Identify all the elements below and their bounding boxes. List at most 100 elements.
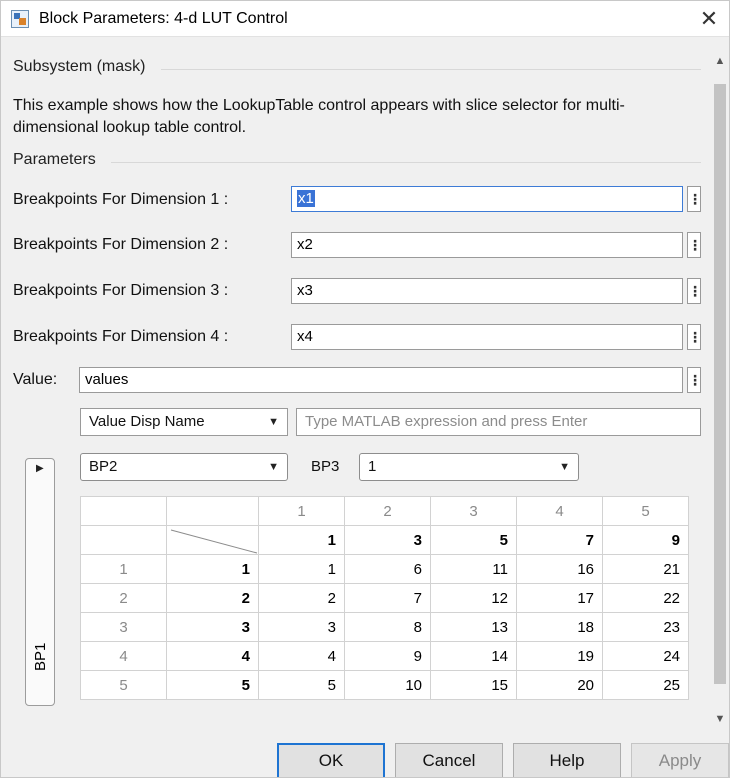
table-cell[interactable]: 5 <box>258 670 345 700</box>
col-index: 1 <box>258 496 345 526</box>
row-index: 1 <box>80 554 167 584</box>
table-cell[interactable]: 17 <box>516 583 603 613</box>
table-row: 1 3 5 7 9 <box>80 525 689 555</box>
table-cell[interactable]: 14 <box>430 641 517 671</box>
divider <box>161 69 701 70</box>
table-cell[interactable]: 22 <box>602 583 689 613</box>
scroll-up-icon[interactable]: ▲ <box>711 52 729 70</box>
matlab-expression-input[interactable]: Type MATLAB expression and press Enter <box>296 408 701 436</box>
table-cell[interactable]: 18 <box>516 612 603 642</box>
table-cell[interactable]: 3 <box>258 612 345 642</box>
col-breakpoint[interactable]: 3 <box>344 525 431 555</box>
bp4-field[interactable]: x4 <box>291 324 683 350</box>
table-row: 5 5 5 10 15 20 25 <box>80 670 689 700</box>
bp3-slice-label: BP3 <box>311 458 340 475</box>
close-icon[interactable]: ✕ <box>695 5 723 33</box>
bp3-label: Breakpoints For Dimension 3 : <box>13 282 229 299</box>
help-button[interactable]: Help <box>513 743 621 777</box>
col-index: 5 <box>602 496 689 526</box>
scroll-down-icon[interactable]: ▼ <box>711 710 729 728</box>
bp1-axis-label: BP1 <box>32 642 49 671</box>
row-breakpoint[interactable]: 3 <box>166 612 259 642</box>
col-breakpoint[interactable]: 5 <box>430 525 517 555</box>
row-index: 2 <box>80 583 167 613</box>
corner-cell <box>166 525 259 555</box>
bp1-label: Breakpoints For Dimension 1 : <box>13 191 229 208</box>
divider <box>111 162 701 163</box>
table-row: 1 1 1 6 11 16 21 <box>80 554 689 584</box>
bp4-label: Breakpoints For Dimension 4 : <box>13 328 229 345</box>
col-breakpoint[interactable]: 7 <box>516 525 603 555</box>
bp3-field[interactable]: x3 <box>291 278 683 304</box>
table-cell[interactable]: 4 <box>258 641 345 671</box>
bp3-slice-text: 1 <box>368 458 377 475</box>
window-title: Block Parameters: 4-d LUT Control <box>39 10 288 27</box>
table-cell[interactable]: 24 <box>602 641 689 671</box>
col-index: 3 <box>430 496 517 526</box>
table-cell[interactable]: 25 <box>602 670 689 700</box>
parameters-heading: Parameters <box>13 151 96 168</box>
row-index: 3 <box>80 612 167 642</box>
bp2-select[interactable]: BP2 ▼ <box>80 453 288 481</box>
mask-description: This example shows how the LookupTable c… <box>13 97 625 136</box>
table-cell[interactable]: 16 <box>516 554 603 584</box>
table-cell[interactable]: 8 <box>344 612 431 642</box>
value-label: Value: <box>13 371 58 388</box>
bp4-menu-button[interactable]: ⋮ <box>687 324 702 350</box>
table-cell[interactable]: 13 <box>430 612 517 642</box>
table-cell[interactable]: 12 <box>430 583 517 613</box>
table-cell[interactable]: 20 <box>516 670 603 700</box>
bp2-select-text: BP2 <box>89 458 118 475</box>
cancel-button[interactable]: Cancel <box>395 743 503 777</box>
col-breakpoint[interactable]: 9 <box>602 525 689 555</box>
row-index: 5 <box>80 670 167 700</box>
bp1-menu-button[interactable]: ⋮ <box>687 186 702 212</box>
table-cell[interactable]: 2 <box>258 583 345 613</box>
title-bar: Block Parameters: 4-d LUT Control ✕ <box>1 1 729 37</box>
bp2-label: Breakpoints For Dimension 2 : <box>13 236 229 253</box>
table-cell[interactable]: 15 <box>430 670 517 700</box>
row-breakpoint[interactable]: 4 <box>166 641 259 671</box>
bp3-menu-button[interactable]: ⋮ <box>687 278 702 304</box>
button-bar: OK Cancel Help Apply <box>1 743 729 777</box>
chevron-down-icon: ▼ <box>268 416 279 428</box>
bp2-field[interactable]: x2 <box>291 232 683 258</box>
value-menu-button[interactable]: ⋮ <box>687 367 702 393</box>
apply-button[interactable]: Apply <box>631 743 729 777</box>
table-cell[interactable]: 19 <box>516 641 603 671</box>
bp1-axis-tab[interactable]: ▶ BP1 <box>25 458 55 706</box>
table-cell[interactable]: 10 <box>344 670 431 700</box>
bp2-menu-button[interactable]: ⋮ <box>687 232 702 258</box>
table-cell[interactable]: 21 <box>602 554 689 584</box>
row-breakpoint[interactable]: 2 <box>166 583 259 613</box>
row-breakpoint[interactable]: 5 <box>166 670 259 700</box>
chevron-down-icon: ▼ <box>268 461 279 473</box>
col-breakpoint[interactable]: 1 <box>258 525 345 555</box>
table-cell <box>166 496 259 526</box>
table-cell <box>80 525 167 555</box>
table-cell[interactable]: 7 <box>344 583 431 613</box>
bp1-field[interactable]: x1 <box>291 186 683 212</box>
table-cell[interactable]: 11 <box>430 554 517 584</box>
col-index: 4 <box>516 496 603 526</box>
bp1-value: x1 <box>297 190 315 207</box>
value-disp-name-select[interactable]: Value Disp Name ▼ <box>80 408 288 436</box>
row-index: 4 <box>80 641 167 671</box>
vertical-scrollbar[interactable]: ▲ ▼ <box>711 38 729 728</box>
table-row: 2 2 2 7 12 17 22 <box>80 583 689 613</box>
table-cell[interactable]: 1 <box>258 554 345 584</box>
table-cell[interactable]: 6 <box>344 554 431 584</box>
scrollbar-thumb[interactable] <box>714 84 726 684</box>
expand-right-icon: ▶ <box>36 463 44 474</box>
table-cell <box>80 496 167 526</box>
diagonal-divider <box>170 529 258 554</box>
row-breakpoint[interactable]: 1 <box>166 554 259 584</box>
table-row: 3 3 3 8 13 18 23 <box>80 612 689 642</box>
bp3-slice-select[interactable]: 1 ▼ <box>359 453 579 481</box>
value-field[interactable]: values <box>79 367 683 393</box>
lookup-table-grid: 1 2 3 4 5 1 3 5 7 9 1 1 1 6 11 16 21 2 2… <box>80 496 689 700</box>
table-cell[interactable]: 9 <box>344 641 431 671</box>
ok-button[interactable]: OK <box>277 743 385 777</box>
table-cell[interactable]: 23 <box>602 612 689 642</box>
table-row: 1 2 3 4 5 <box>80 496 689 526</box>
